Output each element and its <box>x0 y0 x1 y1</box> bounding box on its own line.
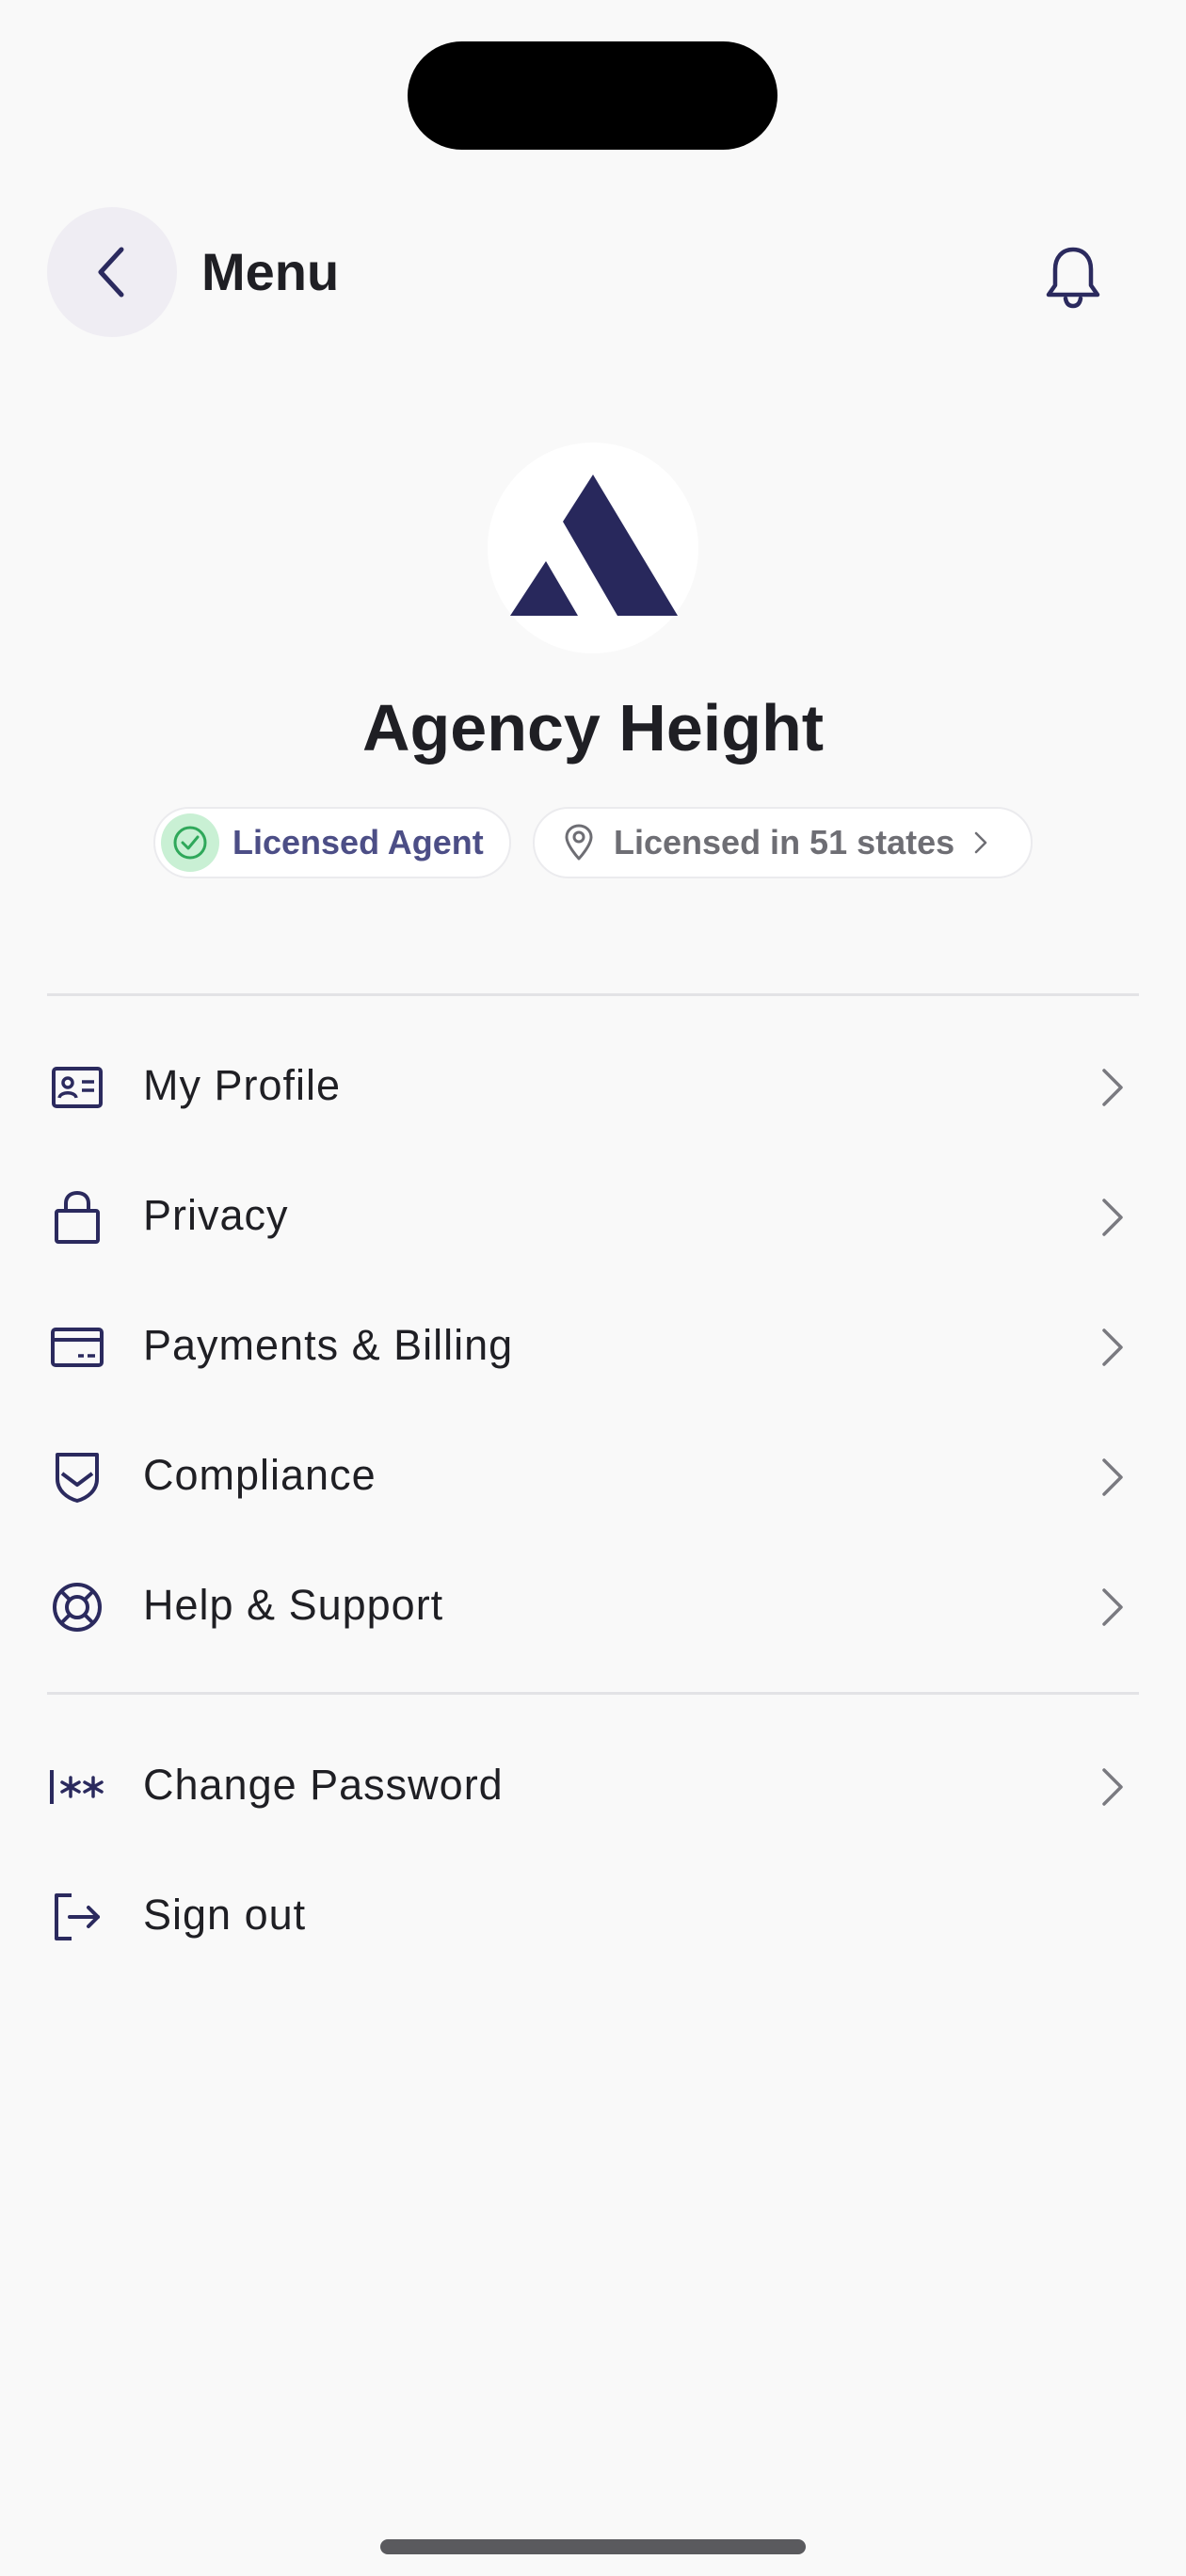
menu-item-label: Sign out <box>143 1891 307 1939</box>
credit-card-icon <box>47 1317 107 1377</box>
menu-item-compliance[interactable]: Compliance <box>0 1419 1186 1532</box>
header: Menu <box>0 207 1186 337</box>
badges: Licensed Agent Licensed in 51 states <box>0 807 1186 880</box>
menu-item-sign-out[interactable]: Sign out <box>0 1859 1186 1972</box>
notifications-button[interactable] <box>1035 239 1111 314</box>
chevron-right-icon <box>1094 1321 1131 1374</box>
back-button[interactable] <box>47 207 177 337</box>
licensed-states-badge[interactable]: Licensed in 51 states <box>533 807 1033 878</box>
location-pin-icon <box>563 824 595 861</box>
menu-item-privacy[interactable]: Privacy <box>0 1159 1186 1272</box>
menu-item-label: Compliance <box>143 1451 377 1499</box>
licensed-agent-badge: Licensed Agent <box>153 807 511 878</box>
menu-item-label: My Profile <box>143 1061 342 1109</box>
menu-item-my-profile[interactable]: My Profile <box>0 1029 1186 1142</box>
divider <box>47 993 1139 996</box>
menu-item-change-password[interactable]: Change Password <box>0 1729 1186 1842</box>
chevron-right-icon <box>1094 1761 1131 1813</box>
menu-item-help-support[interactable]: Help & Support <box>0 1549 1186 1662</box>
chevron-right-icon <box>1094 1061 1131 1114</box>
lifebuoy-icon <box>47 1577 107 1637</box>
menu-item-label: Privacy <box>143 1191 289 1239</box>
page-title: Menu <box>201 242 340 301</box>
licensed-states-label: Licensed in 51 states <box>614 823 955 861</box>
lock-icon <box>47 1187 107 1248</box>
agency-logo-icon <box>510 475 678 616</box>
chevron-right-icon <box>1094 1581 1131 1634</box>
id-card-icon <box>47 1057 107 1118</box>
dynamic-island <box>408 41 777 150</box>
menu-item-label: Payments & Billing <box>143 1321 514 1369</box>
bell-icon <box>1046 247 1100 309</box>
menu-item-label: Help & Support <box>143 1581 444 1629</box>
menu-item-label: Change Password <box>143 1761 504 1809</box>
home-indicator[interactable] <box>380 2539 806 2554</box>
chevron-left-icon <box>98 247 124 298</box>
sign-out-icon <box>47 1887 107 1947</box>
chevron-right-icon <box>973 830 988 855</box>
agency-name: Agency Height <box>361 691 825 765</box>
check-circle-icon <box>161 813 219 872</box>
password-icon <box>47 1757 107 1817</box>
chevron-right-icon <box>1094 1451 1131 1504</box>
divider <box>47 1692 1139 1695</box>
avatar <box>488 443 698 653</box>
menu-item-payments-billing[interactable]: Payments & Billing <box>0 1289 1186 1402</box>
chevron-right-icon <box>1094 1191 1131 1244</box>
licensed-agent-label: Licensed Agent <box>232 823 484 861</box>
shield-icon <box>47 1447 107 1507</box>
